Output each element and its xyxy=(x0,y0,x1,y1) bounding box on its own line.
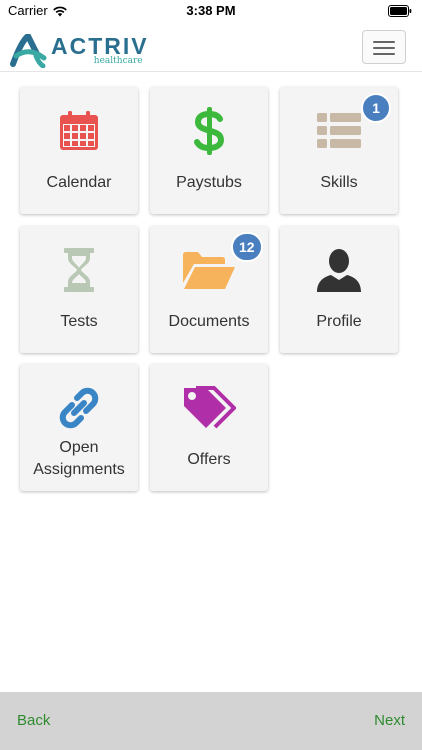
tile-paystubs[interactable]: Paystubs xyxy=(150,87,268,214)
hamburger-icon xyxy=(373,47,395,49)
next-button[interactable]: Next xyxy=(374,712,405,729)
brand-text: ACTRIV healthcare xyxy=(51,33,149,66)
tile-open-assignments[interactable]: Open Assignments xyxy=(20,364,138,491)
link-icon xyxy=(59,387,99,429)
hamburger-icon xyxy=(373,53,395,55)
list-icon xyxy=(317,113,361,148)
tile-label: Tests xyxy=(60,313,98,330)
dollar-icon xyxy=(194,107,225,155)
user-icon xyxy=(317,249,361,292)
tile-label-line1: Open xyxy=(59,439,99,456)
brand-logo[interactable]: ACTRIV healthcare xyxy=(10,34,149,68)
tile-label: Paystubs xyxy=(176,174,242,191)
menu-button[interactable] xyxy=(362,30,406,64)
tags-icon xyxy=(184,386,236,429)
tile-label: Offers xyxy=(187,451,231,468)
bottom-toolbar: Back Next xyxy=(0,692,422,750)
tile-offers[interactable]: Offers xyxy=(150,364,268,491)
top-navbar: ACTRIV healthcare xyxy=(0,22,422,72)
folder-open-icon xyxy=(183,252,235,289)
tile-label: Profile xyxy=(316,313,362,330)
actriv-logo-icon xyxy=(10,34,47,68)
tile-tests[interactable]: Tests xyxy=(20,226,138,353)
brand-name: ACTRIV xyxy=(51,33,149,59)
brand-subtitle: healthcare xyxy=(93,56,143,66)
battery-icon xyxy=(388,5,412,17)
status-time: 3:38 PM xyxy=(186,3,236,18)
calendar-icon xyxy=(60,111,98,150)
tile-profile[interactable]: Profile xyxy=(280,226,398,353)
tile-label: Documents xyxy=(168,313,250,330)
status-bar: Carrier 3:38 PM xyxy=(0,0,422,22)
hamburger-icon xyxy=(373,41,395,43)
tile-calendar[interactable]: Calendar xyxy=(20,87,138,214)
tile-label-line2: Assignments xyxy=(33,461,125,478)
documents-count-badge: 12 xyxy=(231,232,263,262)
hourglass-icon xyxy=(64,248,94,292)
tile-label: Skills xyxy=(320,174,358,191)
skills-count-badge: 1 xyxy=(361,93,391,123)
tile-label: Calendar xyxy=(46,174,112,191)
back-button[interactable]: Back xyxy=(17,712,50,729)
